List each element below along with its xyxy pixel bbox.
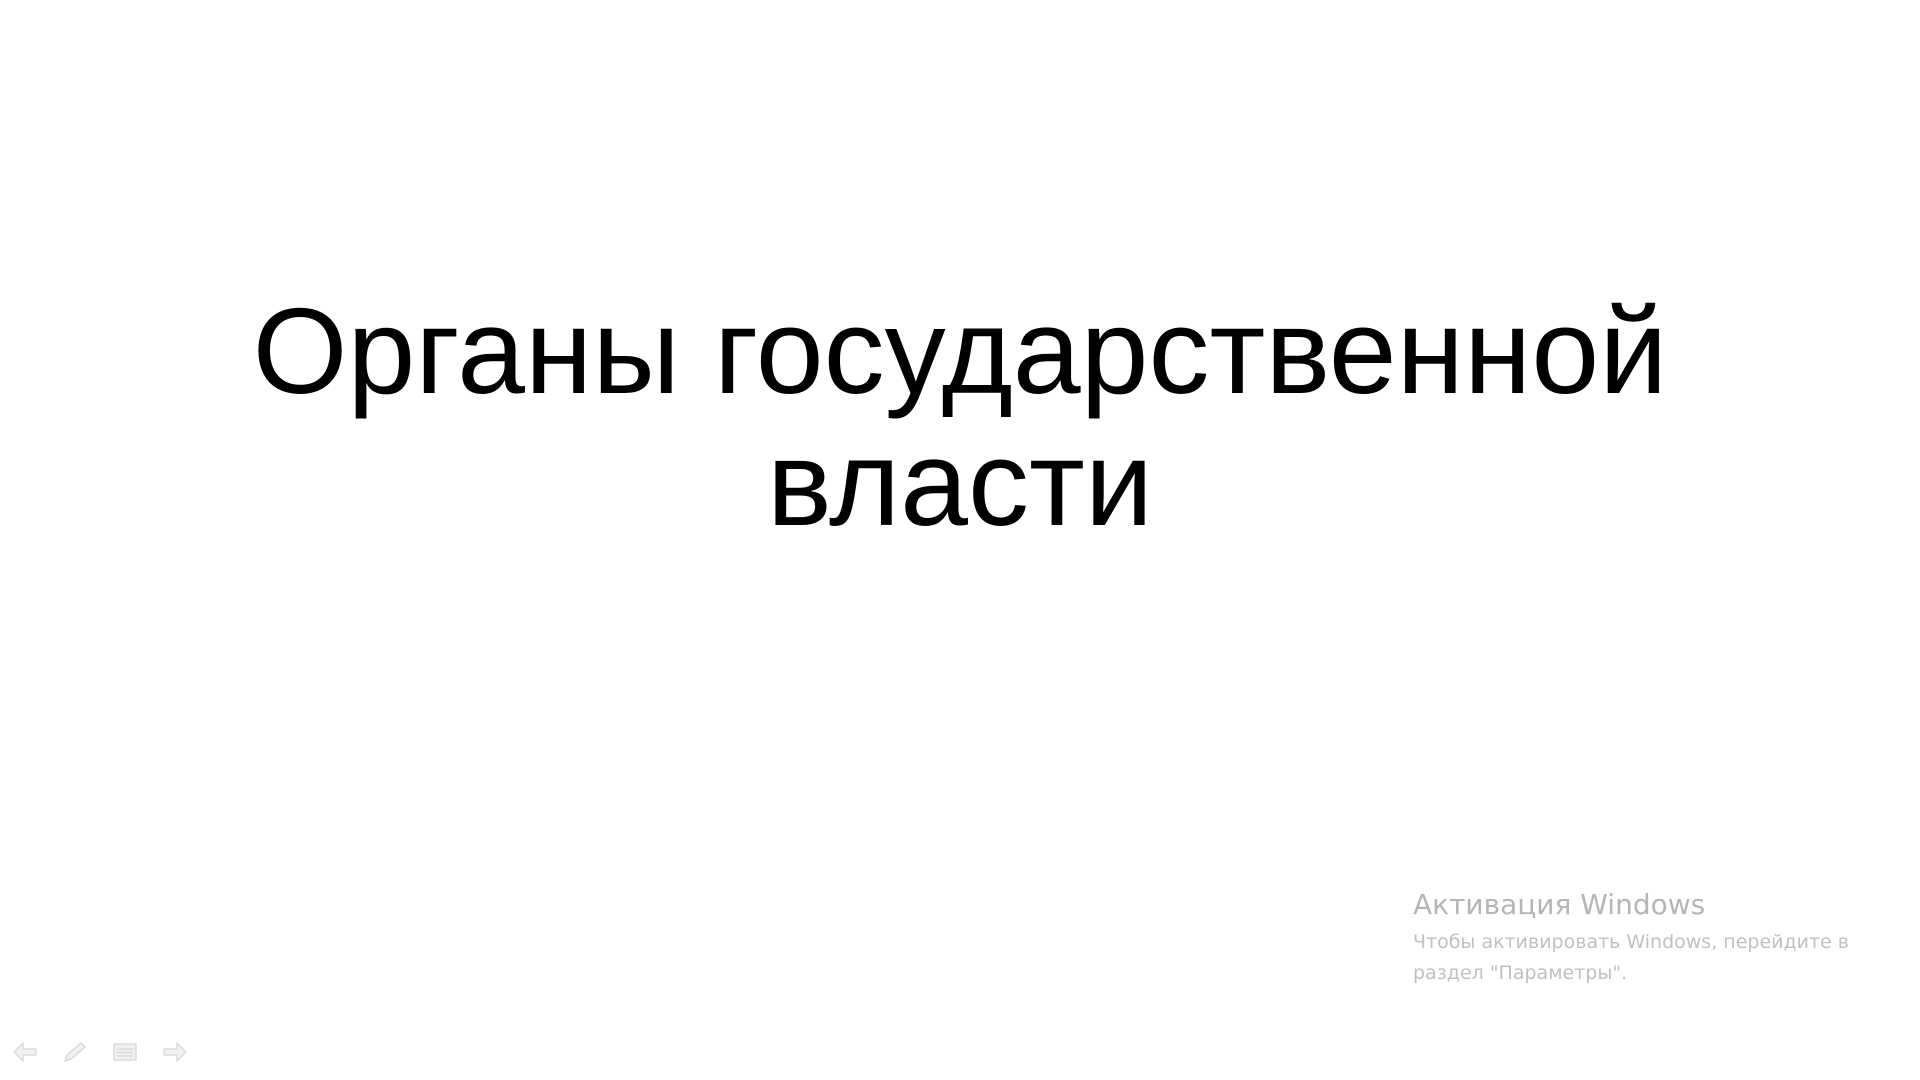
pen-icon — [64, 1042, 86, 1062]
slide-title: Органы государственной власти — [160, 285, 1760, 549]
next-slide-button[interactable] — [160, 1037, 190, 1067]
activation-text: Чтобы активировать Windows, перейдите в … — [1413, 931, 1849, 984]
windows-activation-watermark: Активация Windows Чтобы активировать Win… — [1413, 887, 1913, 989]
menu-icon — [113, 1043, 137, 1061]
slideshow-toolbar — [10, 1032, 190, 1072]
activation-title: Активация Windows — [1413, 888, 1706, 921]
previous-arrow-icon — [13, 1042, 37, 1062]
next-arrow-icon — [163, 1042, 187, 1062]
slide-title-line-2: власти — [766, 415, 1154, 551]
pen-tool-button[interactable] — [60, 1037, 90, 1067]
previous-slide-button[interactable] — [10, 1037, 40, 1067]
slide-menu-button[interactable] — [110, 1037, 140, 1067]
slide-title-line-1: Органы государственной — [252, 283, 1668, 419]
